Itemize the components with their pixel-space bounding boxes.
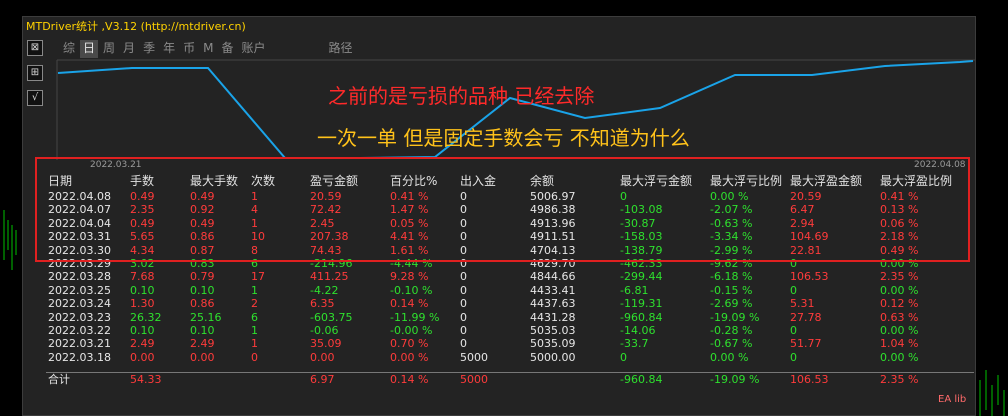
cell-count: 1	[251, 337, 258, 351]
cell-balance: 4431.28	[530, 310, 576, 324]
cell-max-float-profit-pct: 2.35 %	[880, 270, 919, 284]
watermark-logo: EA lib	[938, 394, 967, 405]
cell-max-float-profit-pct: 0.00 %	[880, 283, 919, 297]
cell-lots: 7.68	[130, 270, 155, 284]
cell-balance: 4433.41	[530, 283, 576, 297]
cell-max-float-loss: -299.44	[620, 270, 663, 284]
cell-max-float-profit: 0	[790, 324, 797, 337]
cell-max-lots: 2.49	[190, 337, 215, 351]
highlight-box	[35, 157, 970, 262]
cell-date: 2022.03.21	[48, 337, 111, 351]
cell-lots: 2.49	[130, 337, 155, 351]
cell-count: 17	[251, 270, 265, 284]
cell-lots: 0.10	[130, 324, 155, 337]
cell-max-float-profit: 0	[790, 350, 797, 364]
cell-percent: 9.28 %	[390, 270, 429, 284]
cell-max-float-profit-pct: 0.12 %	[880, 297, 919, 311]
cell-max-float-loss: -119.31	[620, 297, 663, 311]
cell-deposit: 0	[460, 297, 467, 311]
cell-max-float-loss: 0	[620, 350, 627, 364]
cell-max-float-profit: 51.77	[790, 337, 822, 351]
cell-pnl: 35.09	[310, 337, 342, 351]
cell-max-float-profit: 27.78	[790, 310, 822, 324]
cell-lots: 0.00	[130, 350, 155, 364]
cell-percent: 0.14 %	[390, 297, 429, 311]
cell-pnl: 411.25	[310, 270, 349, 284]
annotation-yellow: 一次一单 但是固定手数会亏 不知道为什么	[317, 126, 690, 150]
cell-count: 6	[251, 310, 258, 324]
cell-max-float-loss-pct: -0.67 %	[710, 337, 753, 351]
cell-count: 2	[251, 297, 258, 311]
cell-balance: 4437.63	[530, 297, 576, 311]
cell-max-lots: 0.86	[190, 297, 215, 311]
total-row-divider	[46, 372, 974, 387]
cell-deposit: 0	[460, 270, 467, 284]
cell-max-float-loss-pct: -0.15 %	[710, 283, 753, 297]
cell-percent: -0.10 %	[390, 283, 433, 297]
cell-max-float-loss-pct: -0.28 %	[710, 324, 753, 337]
cell-date: 2022.03.23	[48, 310, 111, 324]
cell-pnl: 6.35	[310, 297, 335, 311]
cell-max-float-loss: -14.06	[620, 324, 656, 337]
cell-max-float-profit: 5.31	[790, 297, 815, 311]
cell-max-float-profit-pct: 0.00 %	[880, 350, 919, 364]
cell-percent: -11.99 %	[390, 310, 440, 324]
cell-count: 1	[251, 283, 258, 297]
cell-date: 2022.03.28	[48, 270, 111, 284]
cell-deposit: 0	[460, 283, 467, 297]
cell-max-lots: 0.79	[190, 270, 215, 284]
cell-max-float-loss-pct: -19.09 %	[710, 310, 760, 324]
cell-count: 0	[251, 350, 258, 364]
cell-percent: -0.00 %	[390, 324, 433, 337]
cell-balance: 4844.66	[530, 270, 576, 284]
cell-max-float-profit: 0	[790, 283, 797, 297]
cell-deposit: 0	[460, 324, 467, 337]
annotation-red: 之前的是亏损的品种 已经去除	[328, 84, 595, 108]
cell-balance: 5035.03	[530, 324, 576, 337]
cell-pnl: 0.00	[310, 350, 335, 364]
cell-percent: 0.70 %	[390, 337, 429, 351]
cell-max-lots: 0.00	[190, 350, 215, 364]
cell-date: 2022.03.18	[48, 350, 111, 364]
cell-pnl: -603.75	[310, 310, 353, 324]
cell-balance: 5000.00	[530, 350, 576, 364]
cell-lots: 1.30	[130, 297, 155, 311]
cell-max-float-profit-pct: 0.00 %	[880, 324, 919, 337]
cell-deposit: 0	[460, 310, 467, 324]
cell-max-lots: 0.10	[190, 283, 215, 297]
cell-max-lots: 25.16	[190, 310, 222, 324]
cell-max-float-loss-pct: -6.18 %	[710, 270, 753, 284]
cell-max-float-loss-pct: -2.69 %	[710, 297, 753, 311]
cell-pnl: -0.06	[310, 324, 339, 337]
cell-max-float-profit-pct: 1.04 %	[880, 337, 919, 351]
cell-balance: 5035.09	[530, 337, 576, 351]
cell-percent: 0.00 %	[390, 350, 429, 364]
cell-max-float-loss: -6.81	[620, 283, 649, 297]
cell-max-float-loss: -960.84	[620, 310, 663, 324]
cell-date: 2022.03.22	[48, 324, 111, 337]
cell-max-float-profit-pct: 0.63 %	[880, 310, 919, 324]
cell-date: 2022.03.24	[48, 297, 111, 311]
cell-count: 1	[251, 324, 258, 337]
cell-max-float-profit: 106.53	[790, 270, 829, 284]
cell-lots: 0.10	[130, 283, 155, 297]
cell-max-float-loss: -33.7	[620, 337, 649, 351]
cell-lots: 26.32	[130, 310, 162, 324]
cell-deposit: 0	[460, 337, 467, 351]
cell-max-lots: 0.10	[190, 324, 215, 337]
cell-deposit: 5000	[460, 350, 488, 364]
cell-date: 2022.03.25	[48, 283, 111, 297]
cell-pnl: -4.22	[310, 283, 339, 297]
cell-max-float-loss-pct: 0.00 %	[710, 350, 749, 364]
